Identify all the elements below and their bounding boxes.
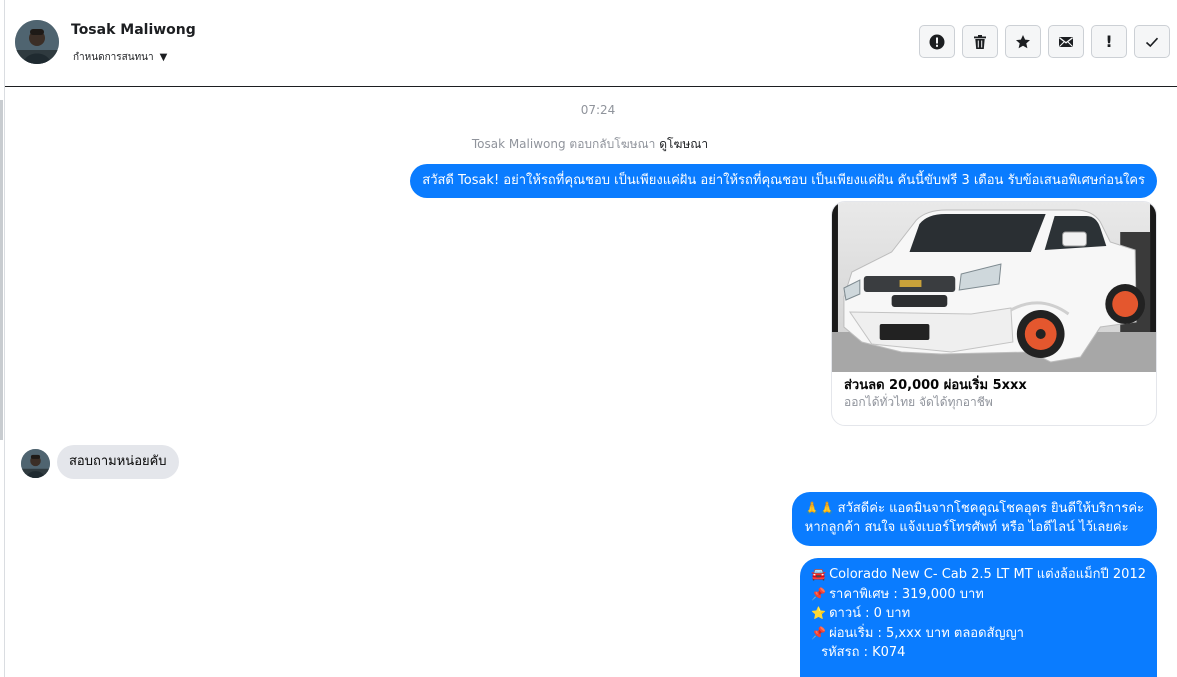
left-panel-divider [4, 0, 5, 677]
star-icon [1016, 34, 1030, 48]
message-line: 🚘 Colorado New C- Cab 2.5 LT MT แต่งล้อแม… [811, 565, 1146, 585]
message-line: 🙏🙏 สวัสดีค่ะ แอดมินจากโชคคูณโชคอุดร ยินดี… [805, 499, 1144, 518]
follow-up-button[interactable]: ! [1091, 25, 1127, 58]
contact-name[interactable]: Tosak Maliwong [71, 22, 196, 38]
conversation-header: Tosak Maliwong กำหนดการสนทนา ▼ ! [5, 0, 1177, 87]
assign-conversation-label: กำหนดการสนทนา [73, 52, 154, 63]
star-emoji-icon: ⭐ [811, 606, 827, 620]
car-model-text: Colorado New C- Cab 2.5 LT MT แต่งล้อแม็… [829, 567, 1146, 582]
customer-avatar[interactable] [21, 449, 50, 478]
checkmark-icon [1145, 37, 1159, 47]
message-text: หากลูกค้า สนใจ แจ้งเบอร์โทรศัพท์ หรือ ไอ… [804, 520, 1129, 535]
outgoing-message[interactable]: สวัสดี Tosak! อย่าให้รถที่คุณชอบ เป็นเพี… [410, 164, 1157, 198]
delete-button[interactable] [962, 25, 998, 58]
car-icon: 🚘 [811, 567, 827, 581]
envelope-icon [1059, 36, 1073, 47]
ad-subtitle: ออกได้ทั่วไทย จัดได้ทุกอาชีพ [844, 395, 993, 409]
ad-car-image [832, 202, 1156, 372]
assign-conversation-dropdown[interactable]: กำหนดการสนทนา ▼ [73, 50, 167, 65]
exclamation-icon: ! [1105, 31, 1113, 51]
car-code-text: รหัสรถ : K074 [821, 645, 906, 660]
message-text: สวัสดี Tosak! อย่าให้รถที่คุณชอบ เป็นเพี… [422, 173, 1145, 188]
message-text: สวัสดีค่ะ แอดมินจากโชคคูณโชคอุดร ยินดีให… [837, 501, 1144, 516]
pushpin-icon: 📌 [811, 586, 827, 601]
pushpin-icon: 📌 [811, 625, 827, 640]
conversation-toolbar: ! [919, 25, 1170, 58]
praying-hands-icon: 🙏🙏 [804, 501, 835, 515]
message-line: 📌 ผ่อนเริ่ม : 5,xxx บาท ตลอดสัญญา [811, 624, 1146, 644]
alert-circle-icon [929, 34, 945, 49]
view-ad-link[interactable]: ดูโฆษณา [659, 137, 708, 151]
message-line: รหัสรถ : K074 [811, 643, 1146, 663]
ad-reply-notice: Tosak Maliwong ตอบกลับโฆษณา ดูโฆษณา [0, 135, 1177, 154]
trash-icon [974, 34, 986, 49]
mark-unread-button[interactable] [1048, 25, 1084, 58]
car-down-text: ดาวน์ : 0 บาท [829, 606, 911, 621]
message-line: 📌 ราคาพิเศษ : 319,000 บาท [811, 585, 1146, 605]
incoming-message[interactable]: สอบถามหน่อยคับ [57, 445, 179, 479]
ad-title: ส่วนลด 20,000 ผ่อนเริ่ม 5xxx [844, 378, 1027, 393]
ad-card[interactable]: ส่วนลด 20,000 ผ่อนเริ่ม 5xxx ออกได้ทั่วไ… [831, 201, 1157, 426]
mark-done-button[interactable] [1134, 25, 1170, 58]
ad-reply-text: Tosak Maliwong ตอบกลับโฆษณา [471, 137, 656, 151]
message-line: ⭐ ดาวน์ : 0 บาท [811, 604, 1146, 624]
message-text: สอบถามหน่อยคับ [69, 454, 167, 469]
outgoing-message[interactable]: 🙏🙏 สวัสดีค่ะ แอดมินจากโชคคูณโชคอุดร ยินดี… [791, 492, 1157, 546]
car-price-text: ราคาพิเศษ : 319,000 บาท [829, 586, 984, 602]
outgoing-message[interactable]: 🚘 Colorado New C- Cab 2.5 LT MT แต่งล้อแม… [800, 558, 1157, 677]
message-timestamp: 07:24 [580, 103, 616, 117]
car-installment-text: ผ่อนเริ่ม : 5,xxx บาท ตลอดสัญญา [829, 625, 1024, 641]
star-button[interactable] [1005, 25, 1041, 58]
spam-button[interactable] [919, 25, 955, 58]
caret-down-icon: ▼ [159, 51, 168, 63]
avatar[interactable] [15, 20, 59, 64]
